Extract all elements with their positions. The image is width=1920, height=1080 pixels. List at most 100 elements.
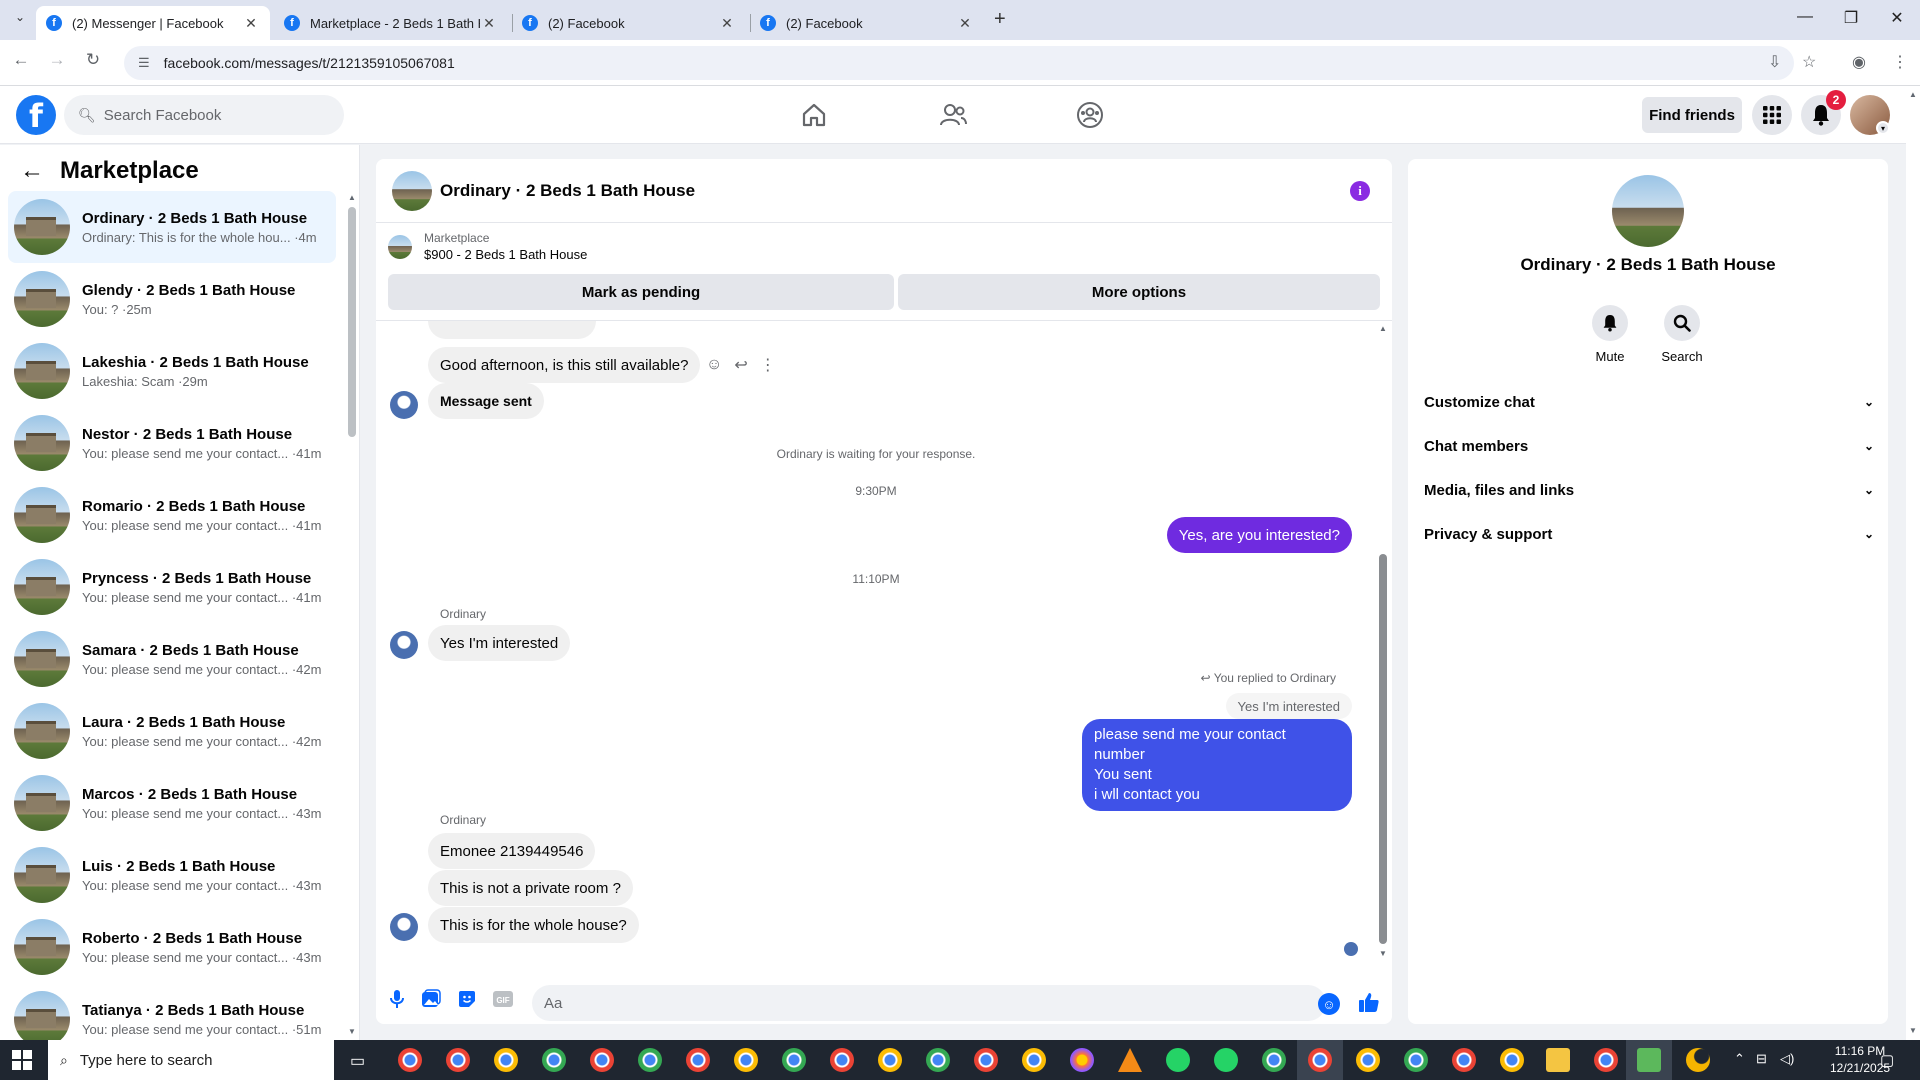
new-tab-button[interactable]: + <box>994 8 1006 31</box>
tab-messenger[interactable]: f (2) Messenger | Facebook ✕ <box>36 6 270 40</box>
chrome-icon[interactable] <box>1404 1048 1428 1072</box>
close-tab-icon[interactable]: ✕ <box>956 15 974 32</box>
conversation-item[interactable]: Nestor · 2 Beds 1 Bath House You: please … <box>8 407 336 479</box>
find-friends-button[interactable]: Find friends <box>1642 97 1742 133</box>
chrome-icon[interactable] <box>1500 1048 1524 1072</box>
notification-center-icon[interactable]: ▢ <box>1880 1051 1894 1069</box>
forward-icon[interactable]: → <box>44 50 70 70</box>
tray-chevron-icon[interactable]: ⌃ <box>1734 1051 1745 1067</box>
back-icon[interactable]: ← <box>8 50 34 70</box>
listing-photo[interactable] <box>1612 175 1684 247</box>
conversation-item[interactable]: Romario · 2 Beds 1 Bath House You: please… <box>8 479 336 551</box>
taskbar-search-box[interactable]: ⌕ Type here to search <box>48 1040 334 1080</box>
chrome-icon[interactable] <box>1262 1048 1286 1072</box>
message-bubble-incoming[interactable]: Yes I'm interested <box>428 625 571 661</box>
contact-avatar[interactable] <box>390 631 418 659</box>
sticker-icon[interactable] <box>456 988 478 1010</box>
vlc-icon[interactable] <box>1118 1048 1142 1072</box>
firefox-icon[interactable] <box>1070 1048 1094 1072</box>
close-tab-icon[interactable]: ✕ <box>242 15 260 32</box>
chrome-icon[interactable] <box>926 1048 950 1072</box>
friends-icon[interactable] <box>937 99 969 131</box>
microphone-icon[interactable] <box>386 988 408 1010</box>
chrome-icon[interactable] <box>1022 1048 1046 1072</box>
conversation-item[interactable]: Laura · 2 Beds 1 Bath House You: please s… <box>8 695 336 767</box>
browser-menu-icon[interactable]: ⋮ <box>1892 52 1908 72</box>
chrome-icon[interactable] <box>686 1048 710 1072</box>
contact-avatar[interactable] <box>390 913 418 941</box>
conversation-info-icon[interactable]: i <box>1350 181 1370 201</box>
reload-icon[interactable]: ↻ <box>80 50 106 70</box>
conversation-item[interactable]: Ordinary · 2 Beds 1 Bath House Ordinary: … <box>8 191 336 263</box>
chat-thumbnail[interactable] <box>392 170 432 211</box>
close-tab-icon[interactable]: ✕ <box>718 15 736 32</box>
tab-facebook-2[interactable]: f (2) Facebook ✕ <box>750 6 984 40</box>
scroll-down-arrow-icon[interactable]: ▼ <box>1909 1026 1917 1035</box>
install-app-icon[interactable]: ⇩ <box>1768 52 1781 72</box>
message-bubble-incoming[interactable]: This is not a private room ? <box>428 870 633 906</box>
tab-search-chevron-icon[interactable]: ⌄ <box>8 10 32 30</box>
photo-icon[interactable] <box>420 988 442 1010</box>
close-tab-icon[interactable]: ✕ <box>480 15 498 32</box>
scroll-down-arrow-icon[interactable]: ▼ <box>348 1027 356 1036</box>
chrome-icon[interactable] <box>446 1048 470 1072</box>
file-explorer-icon[interactable] <box>1546 1048 1570 1072</box>
conversation-item[interactable]: Marcos · 2 Beds 1 Bath House You: please … <box>8 767 336 839</box>
conversation-item[interactable]: Luis · 2 Beds 1 Bath House You: please se… <box>8 839 336 911</box>
contact-avatar[interactable] <box>390 391 418 419</box>
message-bubble-outgoing[interactable]: Yes, are you interested? <box>1166 517 1352 553</box>
react-icon[interactable]: ☺ <box>706 356 722 374</box>
message-input[interactable]: Aa <box>532 985 1326 1021</box>
message-bubble-outgoing[interactable]: please send me your contact number You s… <box>1082 719 1352 811</box>
chrome-icon[interactable] <box>1308 1048 1332 1072</box>
facebook-logo-icon[interactable]: f <box>16 95 56 135</box>
search-action[interactable]: Search <box>1652 305 1712 364</box>
account-chevron-icon[interactable]: ▾ <box>1876 121 1890 135</box>
back-arrow-icon[interactable]: ← <box>20 157 44 185</box>
facebook-search-input[interactable]: 🔍︎ Search Facebook <box>64 95 344 135</box>
customize-chat-section[interactable]: Customize chat ⌄ <box>1424 380 1874 424</box>
chrome-icon[interactable] <box>494 1048 518 1072</box>
chrome-icon[interactable] <box>1452 1048 1476 1072</box>
scroll-up-arrow-icon[interactable]: ▲ <box>1909 90 1917 99</box>
media-files-links-section[interactable]: Media, files and links ⌄ <box>1424 468 1874 512</box>
chat-members-section[interactable]: Chat members ⌄ <box>1424 424 1874 468</box>
url-field[interactable]: ☰ facebook.com/messages/t/21213591050670… <box>124 46 1794 80</box>
conversation-item[interactable]: Roberto · 2 Beds 1 Bath House You: please… <box>8 911 336 983</box>
network-icon[interactable]: ⊟ <box>1756 1051 1767 1067</box>
scroll-up-arrow-icon[interactable]: ▲ <box>348 193 356 202</box>
message-bubble-incoming[interactable]: This is for the whole house? <box>428 907 639 943</box>
conversation-item[interactable]: Lakeshia · 2 Beds 1 Bath House Lakeshia: … <box>8 335 336 407</box>
menu-grid-icon[interactable] <box>1752 95 1792 135</box>
conversation-item[interactable]: Glendy · 2 Beds 1 Bath House You: ? ·25m <box>8 263 336 335</box>
chrome-icon[interactable] <box>974 1048 998 1072</box>
conversation-item[interactable]: Tatianya · 2 Beds 1 Bath House You: pleas… <box>8 983 336 1040</box>
thumbs-up-icon[interactable] <box>1358 991 1380 1019</box>
chat-scroll-up-icon[interactable]: ▲ <box>1379 324 1387 333</box>
chat-scrollbar[interactable] <box>1379 554 1387 944</box>
chrome-icon[interactable] <box>590 1048 614 1072</box>
screen-capture-icon[interactable] <box>1637 1048 1661 1072</box>
conversation-item[interactable]: Samara · 2 Beds 1 Bath House You: please … <box>8 623 336 695</box>
close-window-icon[interactable]: ✕ <box>1874 8 1920 28</box>
privacy-support-section[interactable]: Privacy & support ⌄ <box>1424 512 1874 556</box>
chrome-icon[interactable] <box>782 1048 806 1072</box>
tab-facebook-1[interactable]: f (2) Facebook ✕ <box>512 6 746 40</box>
chrome-icon[interactable] <box>542 1048 566 1072</box>
message-bubble-incoming[interactable]: Emonee 2139449546 <box>428 833 596 869</box>
chat-title[interactable]: Ordinary · 2 Beds 1 Bath House <box>440 181 695 201</box>
mark-as-pending-button[interactable]: Mark as pending <box>388 274 894 310</box>
gif-icon[interactable]: GIF <box>492 988 514 1010</box>
chrome-icon[interactable] <box>878 1048 902 1072</box>
windows-start-icon[interactable] <box>12 1050 32 1070</box>
mute-action[interactable]: Mute <box>1580 305 1640 364</box>
chrome-icon[interactable] <box>1594 1048 1618 1072</box>
quoted-message[interactable]: Yes I'm interested <box>1225 693 1352 719</box>
message-bubble-incoming[interactable]: Good afternoon, is this still available? <box>428 347 701 383</box>
reply-icon[interactable]: ↩ <box>734 355 747 375</box>
chrome-icon[interactable] <box>398 1048 422 1072</box>
conversation-item[interactable]: Pryncess · 2 Beds 1 Bath House You: pleas… <box>8 551 336 623</box>
sidebar-scrollbar[interactable] <box>348 207 356 437</box>
chrome-icon[interactable] <box>830 1048 854 1072</box>
listing-thumbnail[interactable] <box>388 234 412 259</box>
